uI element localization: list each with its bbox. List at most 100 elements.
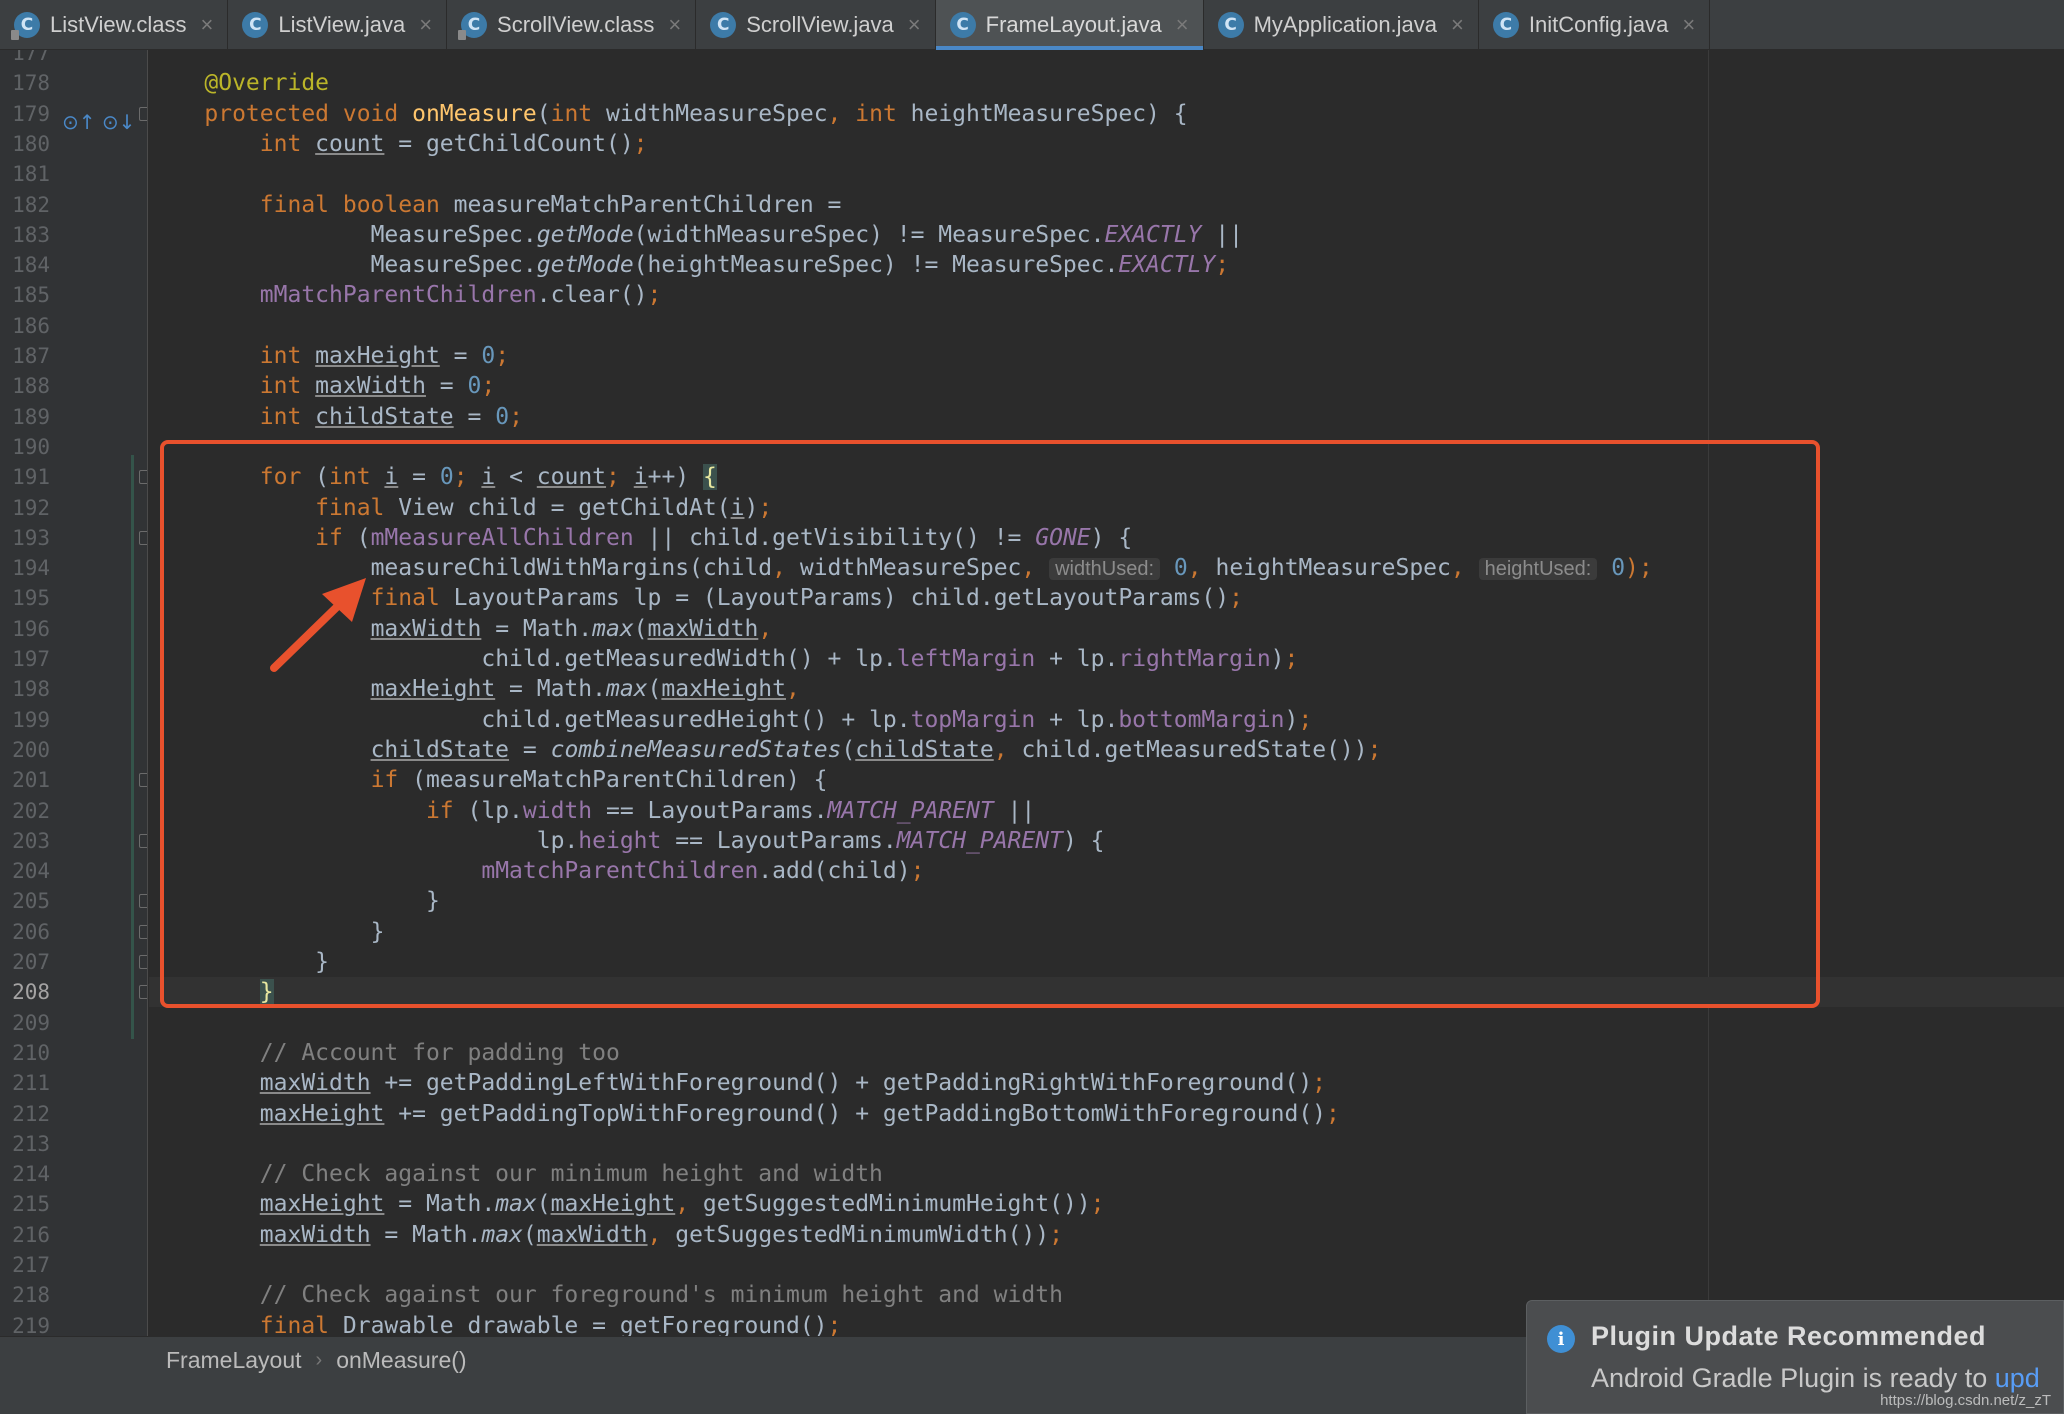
line-number[interactable]: 185 <box>0 280 50 310</box>
code-line[interactable] <box>149 1129 2064 1159</box>
line-number[interactable]: 215 <box>0 1189 50 1219</box>
editor-tab[interactable]: C ListView.class × <box>0 0 229 50</box>
editor-tab[interactable]: C MyApplication.java × <box>1204 0 1479 50</box>
close-icon[interactable]: × <box>419 12 432 38</box>
code-line[interactable]: // Account for padding too <box>149 1038 2064 1068</box>
line-number[interactable]: 191 <box>0 462 50 492</box>
line-number[interactable]: 203 <box>0 826 50 856</box>
line-number[interactable]: 206 <box>0 917 50 947</box>
line-number[interactable]: 179 <box>0 99 50 129</box>
line-number[interactable]: 192 <box>0 493 50 523</box>
line-number[interactable]: 219 <box>0 1311 50 1336</box>
fold-marker-icon[interactable] <box>139 773 147 788</box>
fold-marker-icon[interactable] <box>139 985 147 1000</box>
close-icon[interactable]: × <box>908 12 921 38</box>
breadcrumb-method[interactable]: onMeasure() <box>336 1347 466 1374</box>
line-number[interactable]: 217 <box>0 1250 50 1280</box>
code-line[interactable] <box>149 311 2064 341</box>
line-number[interactable]: 190 <box>0 432 50 462</box>
line-number[interactable]: 181 <box>0 159 50 189</box>
code-line[interactable] <box>149 1008 2064 1038</box>
editor-tab[interactable]: C ListView.java × <box>228 0 448 50</box>
editor-tab[interactable]: C ScrollView.class × <box>447 0 697 50</box>
code-line[interactable]: final boolean measureMatchParentChildren… <box>149 190 2064 220</box>
line-number[interactable]: 202 <box>0 796 50 826</box>
code-line[interactable] <box>149 50 2064 68</box>
close-icon[interactable]: × <box>201 12 214 38</box>
line-number[interactable]: 196 <box>0 614 50 644</box>
code-line[interactable] <box>149 1250 2064 1280</box>
override-gutter-icon[interactable]: ⊙↑ ⊙↓ <box>62 110 135 134</box>
line-number[interactable]: 204 <box>0 856 50 886</box>
line-number[interactable]: 199 <box>0 705 50 735</box>
line-number[interactable]: 212 <box>0 1099 50 1129</box>
code-line[interactable]: mMatchParentChildren.clear(); <box>149 280 2064 310</box>
line-number[interactable]: 198 <box>0 674 50 704</box>
fold-marker-icon[interactable] <box>139 106 147 121</box>
line-number[interactable]: 211 <box>0 1068 50 1098</box>
close-icon[interactable]: × <box>1176 12 1189 38</box>
code-line[interactable]: @Override <box>149 68 2064 98</box>
line-number[interactable]: 216 <box>0 1220 50 1250</box>
fold-marker-icon[interactable] <box>139 924 147 939</box>
editor-tab[interactable]: C ScrollView.java × <box>696 0 936 50</box>
code-line[interactable]: maxHeight = Math.max(maxHeight, getSugge… <box>149 1189 2064 1219</box>
line-number[interactable]: 197 <box>0 644 50 674</box>
code-line[interactable]: protected void onMeasure(int widthMeasur… <box>149 99 2064 129</box>
code-line[interactable]: int childState = 0; <box>149 402 2064 432</box>
line-number[interactable]: 189 <box>0 402 50 432</box>
fold-marker-icon[interactable] <box>139 530 147 545</box>
breadcrumb: FrameLayout › onMeasure() <box>166 1347 467 1374</box>
line-number[interactable]: 209 <box>0 1008 50 1038</box>
line-number[interactable]: 187 <box>0 341 50 371</box>
line-number[interactable]: 194 <box>0 553 50 583</box>
code-token: += getPaddingTopWithForeground() + getPa… <box>384 1100 1327 1127</box>
close-icon[interactable]: × <box>668 12 681 38</box>
editor-tab-label: ScrollView.java <box>746 12 894 37</box>
code-line[interactable]: int count = getChildCount(); <box>149 129 2064 159</box>
notification-balloon[interactable]: i Plugin Update Recommended Android Grad… <box>1526 1300 2064 1414</box>
fold-marker-icon[interactable] <box>139 894 147 909</box>
fold-marker-icon[interactable] <box>139 955 147 969</box>
code-line[interactable] <box>149 159 2064 189</box>
line-number[interactable]: 177 <box>0 50 50 68</box>
line-number[interactable]: 200 <box>0 735 50 765</box>
line-number[interactable]: 183 <box>0 220 50 250</box>
line-number[interactable]: 186 <box>0 311 50 341</box>
line-number[interactable]: 207 <box>0 947 50 977</box>
line-number[interactable]: 178 <box>0 68 50 98</box>
fold-marker-icon[interactable] <box>139 470 147 485</box>
line-number[interactable]: 210 <box>0 1038 50 1068</box>
code-line[interactable]: MeasureSpec.getMode(heightMeasureSpec) !… <box>149 250 2064 280</box>
code-token: ) { <box>1146 100 1188 127</box>
editor-tab[interactable]: C FrameLayout.java × <box>935 0 1204 50</box>
line-number[interactable]: 208 <box>0 977 50 1007</box>
code-line[interactable]: maxWidth = Math.max(maxWidth, getSuggest… <box>149 1220 2064 1250</box>
line-number[interactable]: 205 <box>0 886 50 916</box>
vcs-change-marker[interactable] <box>131 455 134 1039</box>
code-line[interactable]: int maxHeight = 0; <box>149 341 2064 371</box>
code-line[interactable]: int maxWidth = 0; <box>149 371 2064 401</box>
line-number[interactable]: 213 <box>0 1129 50 1159</box>
code-line[interactable]: maxHeight += getPaddingTopWithForeground… <box>149 1099 2064 1129</box>
breadcrumb-class[interactable]: FrameLayout <box>166 1347 302 1374</box>
close-icon[interactable]: × <box>1682 12 1695 38</box>
code-line[interactable]: // Check against our minimum height and … <box>149 1159 2064 1189</box>
notification-update-link[interactable]: upd <box>1995 1363 2040 1393</box>
line-number[interactable]: 184 <box>0 250 50 280</box>
code-line[interactable]: MeasureSpec.getMode(widthMeasureSpec) !=… <box>149 220 2064 250</box>
line-number[interactable]: 214 <box>0 1159 50 1189</box>
line-number[interactable]: 182 <box>0 190 50 220</box>
line-number[interactable]: 195 <box>0 583 50 613</box>
close-icon[interactable]: × <box>1451 12 1464 38</box>
code-token: = <box>439 343 482 369</box>
line-number[interactable]: 180 <box>0 129 50 159</box>
fold-marker-icon[interactable] <box>139 833 147 848</box>
line-number[interactable]: 193 <box>0 523 50 553</box>
code-line[interactable]: maxWidth += getPaddingLeftWithForeground… <box>149 1068 2064 1098</box>
line-number[interactable]: 218 <box>0 1280 50 1310</box>
line-number[interactable]: 188 <box>0 371 50 401</box>
line-number[interactable]: 201 <box>0 765 50 795</box>
editor-tab[interactable]: C InitConfig.java × <box>1479 0 1711 50</box>
